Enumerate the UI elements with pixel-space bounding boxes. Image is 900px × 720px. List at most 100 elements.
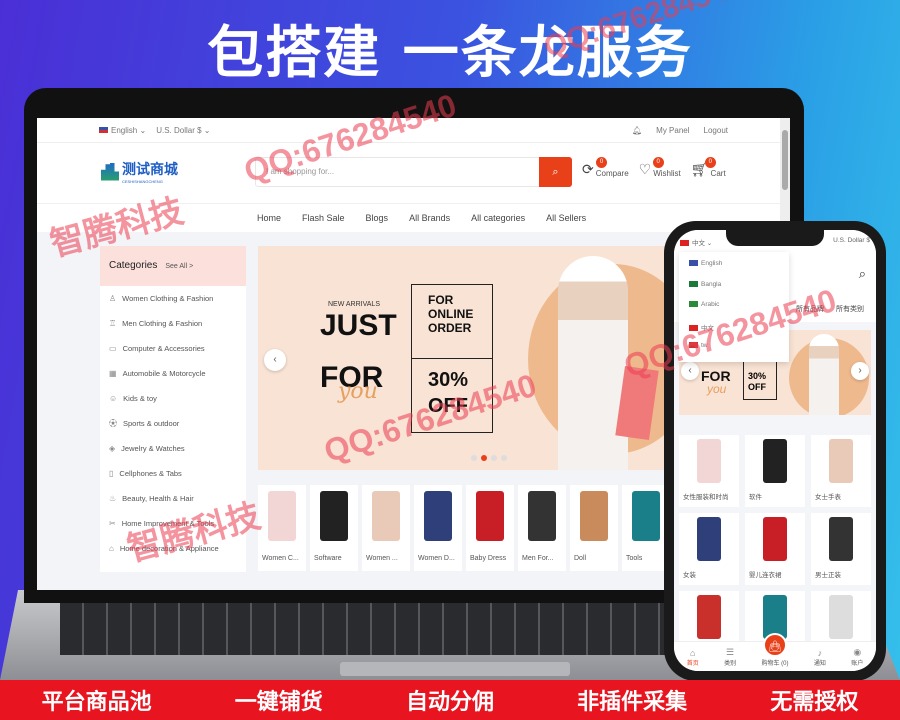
search-input[interactable]: I am shopping for... ⌕ [255, 157, 572, 187]
language-option[interactable]: English [689, 260, 779, 281]
nav-flash-sale[interactable]: Flash Sale [302, 213, 345, 223]
site-header: 测试商城 CESHISHANGCHENG I am shopping for...… [37, 143, 790, 203]
bell-icon[interactable]: 🔔︎ [632, 126, 642, 135]
mobile-nav-label: 账户 [851, 661, 864, 667]
currency-select[interactable]: U.S. Dollar $ ⌄ [156, 126, 210, 135]
category-label: Kids & toy [123, 394, 157, 403]
category-item[interactable]: ♖ Men Clothing & Fashion [100, 311, 246, 336]
language-option[interactable]: Arabic [689, 301, 779, 322]
product-image [829, 517, 853, 561]
feature-label: 平台商品池 [41, 690, 152, 715]
product-name: 女性服装和时尚 [683, 494, 729, 501]
see-all-link[interactable]: See All > [165, 263, 193, 270]
nav-all-brands[interactable]: All Brands [409, 213, 450, 223]
mobile-tab-categories[interactable]: 所有类别 [836, 304, 864, 314]
phone-frame: 中文 ⌄ U.S. Dollar $ ⌕ 所有品牌 所有类别 English Ban… [664, 221, 886, 681]
flag-icon [689, 260, 698, 267]
compare-button[interactable]: ⟳ 0 Compare [582, 157, 629, 178]
scrollbar-thumb[interactable] [782, 130, 788, 190]
mobile-product-card[interactable]: 婴儿连衣裙 [745, 513, 805, 585]
product-card[interactable]: Tools [622, 485, 670, 571]
nav-home[interactable]: Home [257, 213, 281, 223]
product-name: Women ... [366, 555, 398, 562]
promo-headline: 包搭建 一条龙服务 [207, 21, 693, 86]
cart-button[interactable]: 🛒︎ 0 Cart [691, 157, 726, 178]
category-item[interactable]: ▦ Automobile & Motorcycle [100, 361, 246, 386]
site-logo[interactable]: 测试商城 CESHISHANGCHENG [101, 159, 178, 184]
banner-prev-arrow[interactable]: ‹ [264, 349, 286, 371]
slide-dot[interactable] [471, 455, 477, 461]
product-card[interactable]: Baby Dress [466, 485, 514, 571]
mobile-nav-item[interactable]: ☰ 类别 [724, 647, 736, 667]
category-item[interactable]: ◈ Jewelry & Watches [100, 436, 246, 461]
language-option[interactable]: tw [689, 342, 779, 363]
search-icon: ⌕ [552, 166, 559, 178]
compare-count: 0 [596, 157, 607, 168]
category-item[interactable]: ▯ Cellphones & Tabs [100, 461, 246, 486]
language-option[interactable]: 中文 [689, 322, 779, 343]
product-name: 女士手表 [815, 494, 841, 501]
product-card[interactable]: Men For... [518, 485, 566, 571]
search-icon[interactable]: ⌕ [859, 266, 866, 282]
category-icon: ♙ [109, 294, 117, 303]
mobile-nav-label: 首页 [686, 661, 699, 667]
wishlist-count: 0 [652, 157, 664, 168]
category-icon: ✂ [109, 519, 116, 528]
mobile-nav-item[interactable]: ⌂ 首页 [687, 648, 699, 667]
hero-banner[interactable]: NEW ARRIVALS JUST FOR you FOR ONLINE ORDE… [258, 246, 665, 470]
product-card[interactable]: Women ... [362, 485, 410, 571]
mobile-cart-button[interactable]: 👜︎ [763, 633, 787, 657]
mobile-currency-select[interactable]: U.S. Dollar $ [833, 237, 870, 245]
nav-all-sellers[interactable]: All Sellers [546, 213, 586, 223]
category-item[interactable]: ♨ Beauty, Health & Hair [100, 486, 246, 511]
slide-dot[interactable] [501, 455, 507, 461]
search-button[interactable]: ⌕ [539, 157, 572, 187]
mobile-screen: 中文 ⌄ U.S. Dollar $ ⌕ 所有品牌 所有类别 English Ban… [674, 230, 876, 671]
currency-label: U.S. Dollar $ [156, 125, 202, 135]
nav-icon: ⌂ [689, 648, 696, 658]
mobile-product-card[interactable]: 男士正装 [811, 513, 871, 585]
mobile-banner-next[interactable]: › [851, 362, 869, 380]
my-panel-link[interactable]: My Panel [656, 126, 689, 135]
mobile-language-select[interactable]: 中文 ⌄ [680, 237, 712, 247]
category-item[interactable]: ♙ Women Clothing & Fashion [100, 286, 246, 311]
banner-dots [471, 455, 507, 461]
category-label: Jewelry & Watches [121, 444, 185, 453]
banner-script: you [338, 379, 378, 404]
feature-bar: 平台商品池 一键铺货 自动分佣 非插件采集 无需授权 [0, 680, 900, 720]
mobile-nav-item[interactable]: ♪ 通知 [814, 648, 826, 667]
heart-icon: ♡ [638, 161, 652, 177]
category-item[interactable]: ✂ Home Improvement & Tools [100, 511, 246, 536]
product-card[interactable]: Women C... [258, 485, 306, 571]
language-option[interactable]: Bangla [689, 281, 779, 302]
nav-blogs[interactable]: Blogs [366, 213, 389, 223]
product-card[interactable]: Software [310, 485, 358, 571]
product-card[interactable]: Women D... [414, 485, 462, 571]
category-icon: ▦ [109, 369, 117, 378]
category-item[interactable]: ⚽︎ Sports & outdoor [100, 411, 246, 436]
mobile-tab-brands[interactable]: 所有品牌 [796, 304, 824, 314]
wishlist-button[interactable]: ♡ 0 Wishlist [638, 157, 681, 178]
nav-icon: ♪ [817, 648, 823, 658]
mobile-product-card[interactable]: 女性服装和时尚 [679, 435, 739, 507]
category-icon: ▭ [109, 344, 117, 353]
flag-icon [689, 301, 698, 308]
cart-label: Cart [710, 169, 726, 178]
slide-dot[interactable] [481, 455, 487, 461]
slide-dot[interactable] [491, 455, 497, 461]
language-select[interactable]: English ⌄ [99, 126, 146, 135]
language-option-label: tw [701, 342, 708, 349]
mobile-product-card[interactable]: 软件 [745, 435, 805, 507]
language-option-label: 中文 [701, 324, 714, 332]
nav-all-categories[interactable]: All categories [471, 213, 525, 223]
language-label: English [111, 125, 138, 135]
logout-link[interactable]: Logout [704, 126, 728, 135]
mobile-banner-prev[interactable]: ‹ [681, 362, 699, 380]
category-item[interactable]: ▭ Computer & Accessories [100, 336, 246, 361]
product-card[interactable]: Doll [570, 485, 618, 571]
mobile-product-card[interactable]: 女装 [679, 513, 739, 585]
category-item[interactable]: ⌂ Home decoration & Appliance [100, 536, 246, 561]
mobile-product-card[interactable]: 女士手表 [811, 435, 871, 507]
category-item[interactable]: ☺ Kids & toy [100, 386, 246, 411]
mobile-nav-item[interactable]: ◉ 账户 [851, 647, 863, 667]
